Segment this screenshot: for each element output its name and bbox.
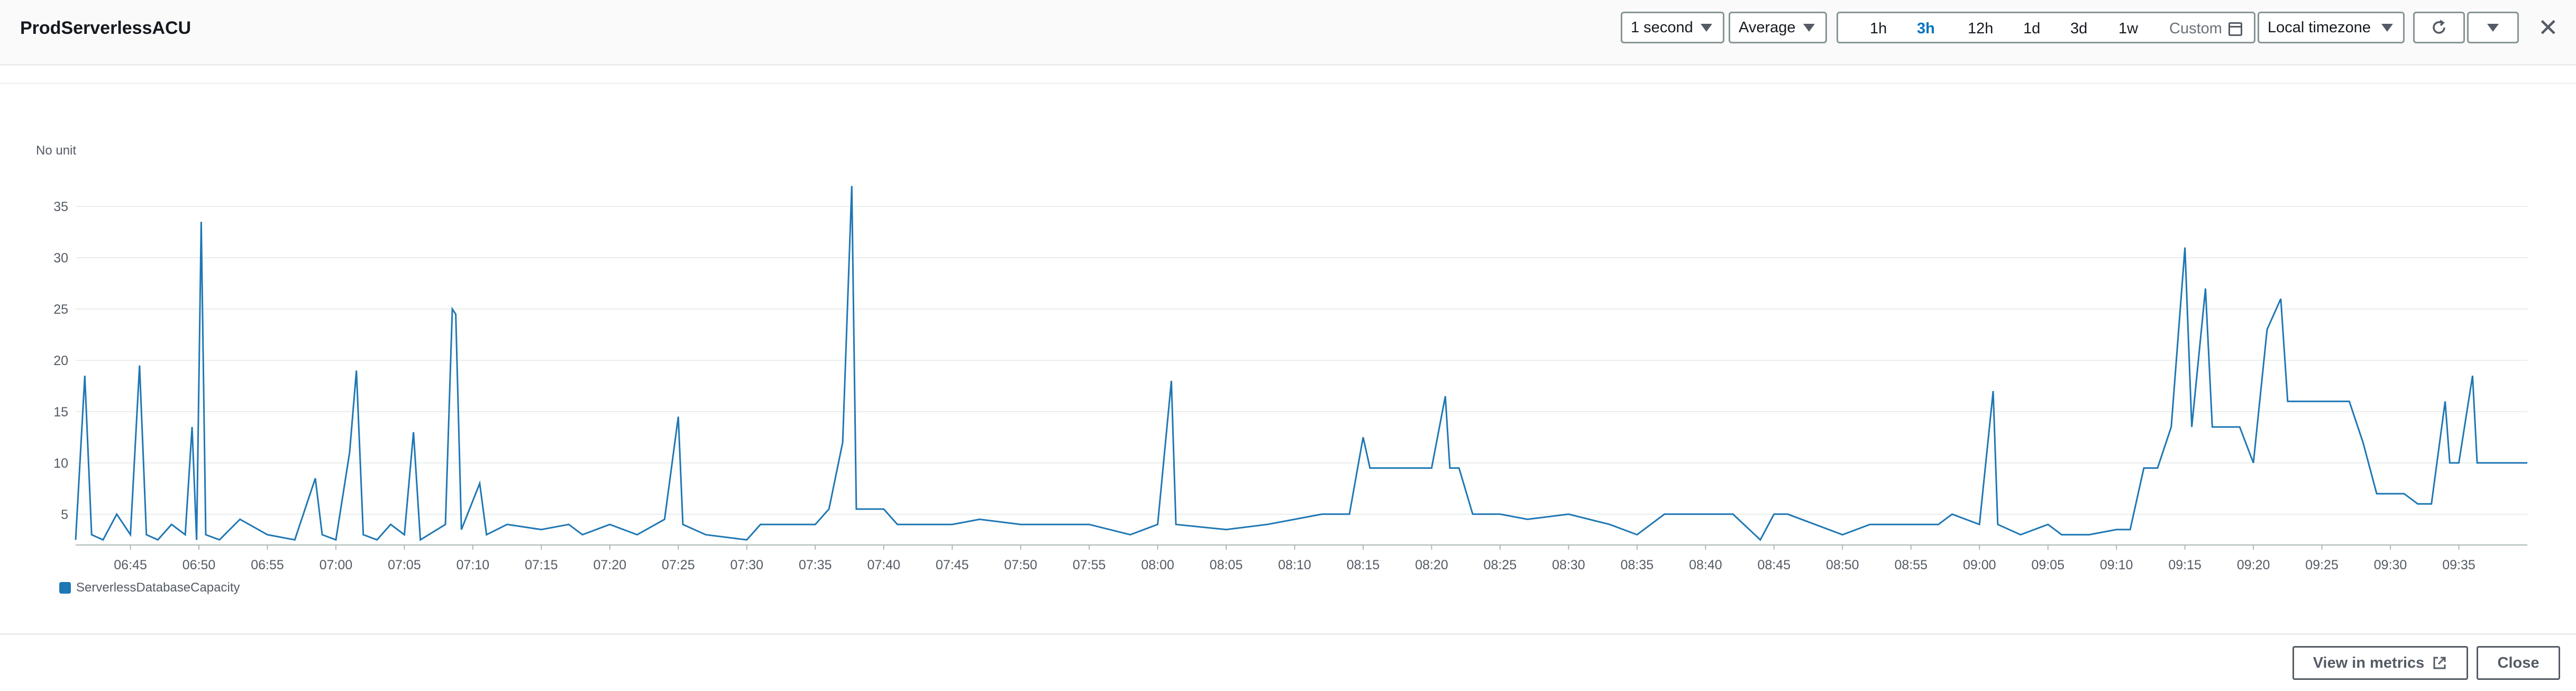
timezone-select[interactable]: Local timezone (2258, 12, 2405, 43)
x-tick-label: 08:40 (1689, 558, 1722, 572)
x-tick-label: 07:10 (456, 558, 490, 572)
refresh-icon (2433, 20, 2445, 34)
x-tick-label: 08:55 (1894, 558, 1928, 572)
y-tick-label: 35 (53, 199, 68, 214)
x-tick-label: 08:45 (1758, 558, 1791, 572)
x-tick-label: 09:00 (1963, 558, 1996, 572)
x-tick-label: 08:00 (1141, 558, 1174, 572)
x-tick-label: 07:30 (730, 558, 764, 572)
x-tick-label: 09:15 (2168, 558, 2202, 572)
x-tick-label: 07:25 (662, 558, 695, 572)
chart-legend: ServerlessDatabaseCapacity (59, 580, 240, 595)
close-button[interactable]: Close (2477, 646, 2560, 680)
x-tick-label: 08:35 (1621, 558, 1654, 572)
range-1h[interactable]: 1h (1870, 20, 1887, 38)
x-tick-label: 08:30 (1552, 558, 1585, 572)
caret-down-icon (1803, 23, 1815, 32)
y-tick-label: 15 (53, 405, 68, 420)
external-link-icon (2433, 657, 2446, 669)
x-tick-label: 07:05 (388, 558, 421, 572)
period-select[interactable]: 1 second (1621, 12, 1724, 43)
x-tick-label: 08:05 (1210, 558, 1243, 572)
chart-grid (76, 206, 2527, 545)
view-in-metrics-button[interactable]: View in metrics (2292, 646, 2468, 680)
range-custom[interactable]: Custom (2169, 20, 2242, 38)
x-tick-label: 07:50 (1004, 558, 1037, 572)
divider (0, 83, 2576, 84)
x-tick-label: 08:15 (1347, 558, 1380, 572)
x-tick-label: 06:55 (251, 558, 284, 572)
y-tick-label: 10 (53, 456, 68, 471)
custom-label: Custom (2169, 20, 2222, 37)
calendar-icon (2228, 22, 2242, 36)
statistic-value: Average (1739, 19, 1796, 36)
legend-label: ServerlessDatabaseCapacity (76, 580, 240, 595)
series-line-serverless-capacity (75, 186, 2527, 541)
range-12h[interactable]: 12h (1968, 20, 1993, 38)
x-axis: 06:45 06:50 06:55 07:00 07:05 07:10 07:15 07:20… (114, 545, 2475, 572)
range-1d[interactable]: 1d (2023, 20, 2040, 38)
close-label: Close (2497, 654, 2540, 671)
x-tick-label: 06:50 (182, 558, 216, 572)
x-tick-label: 07:40 (867, 558, 900, 572)
actions-menu-button[interactable] (2467, 12, 2519, 43)
y-axis: 5 10 15 20 25 30 35 (53, 199, 68, 522)
view-in-metrics-label: View in metrics (2313, 654, 2425, 671)
x-tick-label: 08:50 (1826, 558, 1859, 572)
refresh-button[interactable] (2413, 12, 2465, 43)
x-tick-label: 07:35 (799, 558, 832, 572)
chevron-down-icon (2487, 23, 2499, 32)
y-unit-label: No unit (36, 143, 76, 158)
range-3h[interactable]: 3h (1917, 20, 1935, 38)
caret-down-icon (2381, 23, 2394, 32)
x-tick-label: 09:25 (2305, 558, 2339, 572)
legend-swatch (59, 582, 71, 594)
x-tick-label: 08:10 (1278, 558, 1311, 572)
x-tick-label: 07:20 (593, 558, 627, 572)
x-tick-label: 09:10 (2100, 558, 2133, 572)
divider (0, 633, 2576, 635)
x-tick-label: 07:55 (1073, 558, 1106, 572)
x-tick-label: 07:00 (319, 558, 353, 572)
y-tick-label: 25 (53, 302, 68, 317)
range-3d[interactable]: 3d (2070, 20, 2087, 38)
y-tick-label: 20 (53, 353, 68, 368)
y-tick-label: 5 (61, 507, 68, 522)
x-tick-label: 08:20 (1415, 558, 1448, 572)
timezone-value: Local timezone (2268, 19, 2371, 36)
period-value: 1 second (1631, 19, 1693, 36)
x-tick-label: 07:45 (936, 558, 969, 572)
y-tick-label: 30 (53, 251, 68, 266)
metric-chart: No unit 5 10 15 20 25 30 35 06:45 06:50 06:55 07:… (36, 143, 2527, 572)
modal-header: ProdServerlessACU 1 second Average 1h 3h… (0, 0, 2576, 66)
x-tick-label: 09:30 (2374, 558, 2407, 572)
x-tick-label: 08:25 (1484, 558, 1517, 572)
time-range-selector: 1h 3h 12h 1d 3d 1w Custom (1837, 12, 2255, 43)
x-tick-label: 07:15 (525, 558, 558, 572)
statistic-select[interactable]: Average (1729, 12, 1827, 43)
x-tick-label: 09:05 (2031, 558, 2065, 572)
page-title: ProdServerlessACU (20, 18, 191, 38)
x-tick-label: 06:45 (114, 558, 147, 572)
x-tick-label: 09:35 (2442, 558, 2475, 572)
x-tick-label: 09:20 (2237, 558, 2270, 572)
caret-down-icon (1700, 23, 1712, 32)
range-1w[interactable]: 1w (2118, 20, 2138, 38)
close-icon[interactable]: ✕ (2538, 15, 2559, 40)
